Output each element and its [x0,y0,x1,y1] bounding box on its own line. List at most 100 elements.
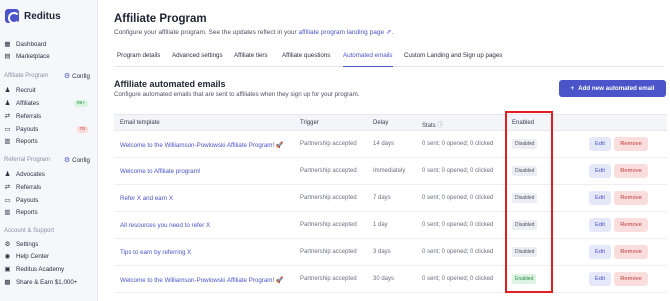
delay-cell: 30 days [373,276,395,282]
delay-cell: 3 days [373,249,391,255]
sidebar-item-settings[interactable]: ⚙ Settings [4,239,94,250]
email-template-link[interactable]: Welcome to Affiliate program! [120,168,201,175]
col-enabled: Enabled [512,120,535,126]
affiliates-count-badge: 99+ [73,100,88,107]
email-template-link[interactable]: Tips to earn by referring X [120,249,191,256]
sidebar-item-label: Payouts [16,126,39,133]
sidebar-item-label: Referrals [16,113,42,120]
tab-affiliate-questions[interactable]: Affiliate questions [282,52,330,67]
remove-button[interactable]: Remove [614,137,648,151]
remove-button[interactable]: Remove [614,191,648,205]
remove-button[interactable]: Remove [614,245,648,259]
sidebar-item-share-earn[interactable]: ▩ Share & Earn $1,000+ [4,277,94,288]
stats-cell: 0 sent; 0 opened; 0 clicked [422,222,494,228]
edit-button[interactable]: Edit [589,272,611,286]
academy-icon: ▣ [4,266,11,273]
tab-program-details[interactable]: Program details [117,52,160,67]
sidebar-item-reports[interactable]: ▥ Reports [4,136,94,147]
sidebar-item-referral-reports[interactable]: ▥ Reports [4,207,94,218]
sidebar-item-affiliates[interactable]: ♟ Affiliates 99+ [4,98,94,109]
add-automated-email-button[interactable]: + Add new automated email [559,80,666,97]
sidebar-item-help-center[interactable]: ◉ Help Center [4,251,94,262]
page-title: Affiliate Program [114,13,207,25]
email-template-link[interactable]: All resources you need to refer X [120,222,210,229]
remove-button[interactable]: Remove [614,272,648,286]
add-button-label: Add new automated email [578,85,655,92]
sidebar-item-referral-referrals[interactable]: ⇄ Referrals [4,182,94,193]
email-template-link[interactable]: Welcome to the Williamson-Powlowski Affi… [120,141,284,149]
section-title: Account & Support [4,228,55,234]
gear-icon: ⚙ [63,73,71,80]
gear-icon: ⚙ [63,157,71,164]
edit-button[interactable]: Edit [589,218,611,232]
brand[interactable]: Reditus [5,9,61,24]
info-icon[interactable]: ⓘ [437,123,443,129]
tab-advanced-settings[interactable]: Advanced settings [172,52,223,67]
sidebar-item-label: Referrals [16,184,42,191]
stats-cell: 0 sent; 0 opened; 0 clicked [422,141,494,147]
delay-cell: Immediately [373,168,406,174]
table-row: Refer X and earn X Partnership accepted … [114,185,667,212]
section-title: Affiliate Program [4,73,49,79]
delay-cell: 7 days [373,195,391,201]
remove-button[interactable]: Remove [614,218,648,232]
trigger-cell: Partnership accepted [300,141,357,147]
referral-config-button[interactable]: ⚙ Config [63,156,90,165]
help-icon: ◉ [4,253,11,260]
affiliate-config-button[interactable]: ⚙ Config [63,72,90,81]
sidebar-item-label: Marketplace [16,53,50,60]
sidebar-item-dashboard[interactable]: ▦ Dashboard [4,39,94,50]
table-row: Tips to earn by referring X Partnership … [114,239,667,266]
tab-custom-landing[interactable]: Custom Landing and Sign up pages [404,52,502,67]
sidebar-item-payouts[interactable]: ▭ Payouts 70 [4,124,94,135]
sidebar-item-label: Reditus Academy [16,266,65,273]
stats-cell: 0 sent; 0 opened; 0 clicked [422,276,494,282]
section-title: Referral Program [4,157,51,163]
subtitle-suffix: . [391,29,394,36]
grid-icon: ▦ [4,41,11,48]
chart-icon: ▥ [4,209,11,216]
table-row: Welcome to the Williamson-Powlowski Affi… [114,266,667,293]
section-subtitle: Configure automated emails that are sent… [114,91,360,98]
tab-affiliate-tiers[interactable]: Affiliate tiers [234,52,268,67]
col-trigger: Trigger [300,120,319,126]
edit-button[interactable]: Edit [589,137,611,151]
landing-page-link[interactable]: affiliate program landing page [299,29,385,36]
remove-button[interactable]: Remove [614,164,648,178]
edit-button[interactable]: Edit [589,191,611,205]
sidebar-item-advocates[interactable]: ♟ Advocates [4,169,94,180]
page-subtitle: Configure your affiliate program. See th… [114,28,393,36]
edit-button[interactable]: Edit [589,245,611,259]
sidebar-item-referrals[interactable]: ⇄ Referrals [4,111,94,122]
sidebar-item-label: Help Center [16,253,50,260]
sidebar-item-label: Reports [16,209,38,216]
sidebar-item-reditus-academy[interactable]: ▣ Reditus Academy [4,264,94,275]
delay-cell: 1 day [373,222,388,228]
config-label: Config [72,72,90,80]
payouts-count-badge: 70 [76,126,88,133]
status-badge: Disabled [512,193,538,203]
status-badge: Disabled [512,247,538,257]
table-row: Welcome to the Williamson-Powlowski Affi… [114,131,667,158]
tab-automated-emails[interactable]: Automated emails [343,52,393,67]
section-title: Affiliate automated emails [114,79,226,89]
affiliate-program-section: Affiliate Program ⚙ Config [4,71,94,81]
sidebar-item-label: Recruit [16,87,36,94]
sidebar-item-referral-payouts[interactable]: ▭ Payouts [4,195,94,206]
sidebar-item-recruit[interactable]: ♟ Recruit [4,85,94,96]
edit-button[interactable]: Edit [589,164,611,178]
col-email-template: Email template [120,120,160,126]
gear-icon: ⚙ [4,241,11,248]
subtitle-text: Configure your affiliate program. See th… [114,29,297,36]
trigger-cell: Partnership accepted [300,168,357,174]
email-template-link[interactable]: Welcome to the Williamson-Powlowski Affi… [120,276,284,284]
link-icon: ⇄ [4,113,11,120]
sidebar-item-label: Share & Earn $1,000+ [16,279,78,286]
sidebar-item-marketplace[interactable]: ▤ Marketplace [4,51,94,62]
sidebar-item-label: Reports [16,138,38,145]
account-support-section: Account & Support [4,226,94,236]
email-template-link[interactable]: Refer X and earn X [120,195,173,202]
table-header: Email template Trigger Delay Stats ⓘ Ena… [114,114,667,131]
sidebar-item-label: Advocates [16,171,45,178]
stats-cell: 0 sent; 0 opened; 0 clicked [422,168,494,174]
